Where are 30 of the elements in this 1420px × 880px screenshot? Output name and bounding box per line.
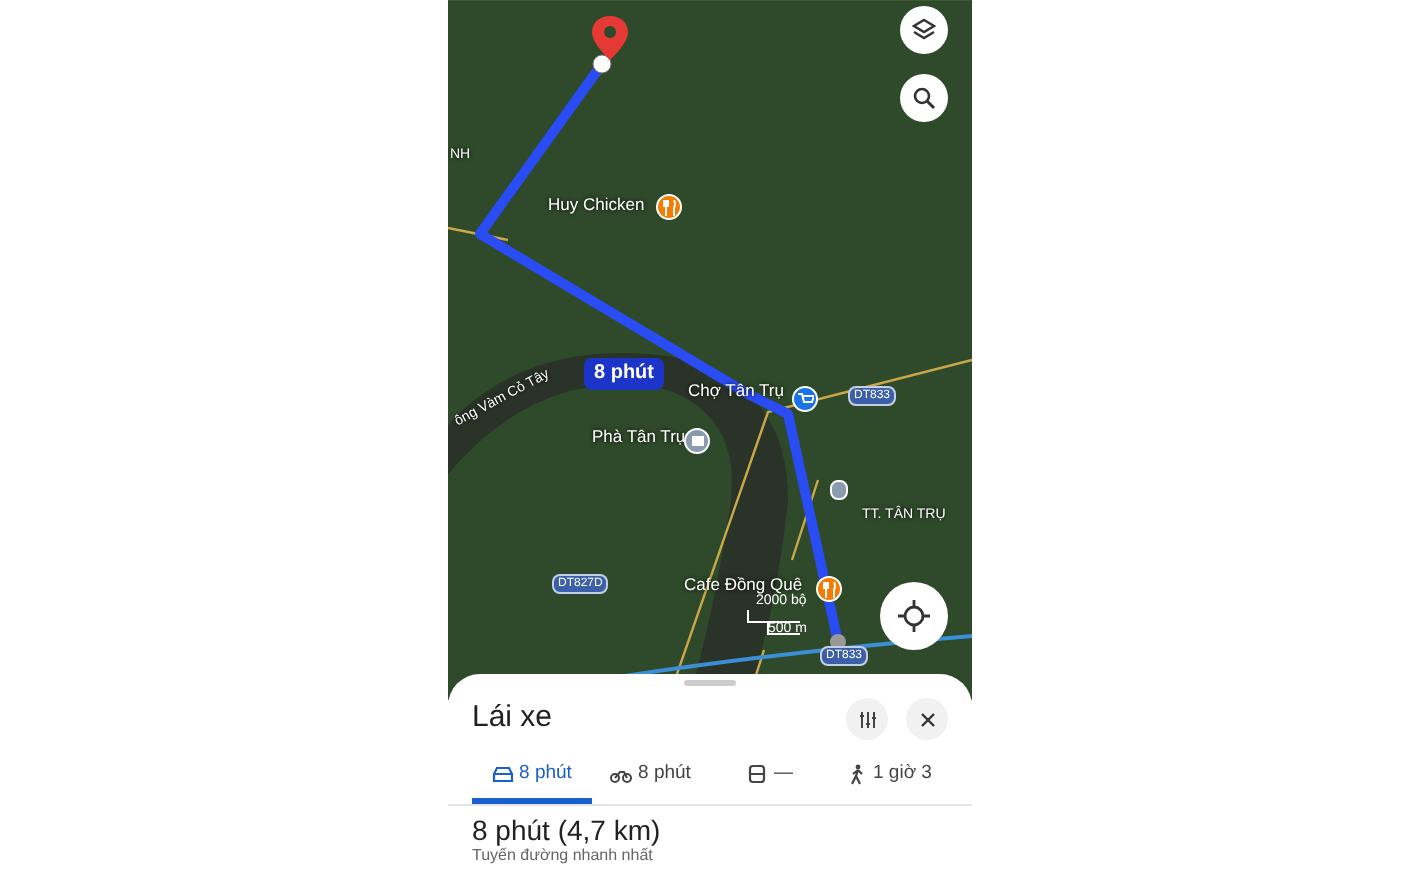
options-button[interactable] <box>846 698 888 740</box>
place-label[interactable]: Huy Chicken <box>548 196 645 213</box>
bus-stop-icon[interactable] <box>830 480 848 500</box>
shop-pin-icon[interactable] <box>792 386 818 412</box>
my-location-button[interactable] <box>880 582 948 650</box>
walking-person-icon <box>845 764 867 786</box>
close-button[interactable] <box>906 698 948 740</box>
car-icon <box>491 764 514 786</box>
place-label[interactable]: Phà Tân Trụ <box>592 428 686 445</box>
drag-handle[interactable] <box>684 680 736 686</box>
travel-mode-tab[interactable]: — <box>710 746 829 804</box>
sliders-icon <box>857 709 877 729</box>
layers-icon <box>912 18 936 42</box>
travel-mode-tab[interactable]: 1 giờ 3 <box>829 746 948 804</box>
close-icon <box>919 711 935 727</box>
travel-mode-tab[interactable]: 8 phút <box>591 746 710 804</box>
map-pin-icon <box>592 16 628 60</box>
route-time-label[interactable]: 8 phút <box>584 358 664 390</box>
layers-button[interactable] <box>900 6 948 54</box>
travel-mode-tab[interactable]: 8 phút <box>472 746 591 804</box>
route-summary: 8 phút (4,7 km) <box>470 812 663 846</box>
route-description: Tuyến đường nhanh nhất <box>470 846 655 866</box>
route-start-dot <box>592 54 612 74</box>
search-button[interactable] <box>900 74 948 122</box>
restaurant-pin-icon[interactable] <box>816 576 842 602</box>
search-icon <box>912 86 936 110</box>
sheet-title: Lái xe <box>472 698 555 739</box>
restaurant-pin-icon[interactable] <box>656 194 682 220</box>
crosshair-icon <box>898 600 930 632</box>
ferry-pin-icon[interactable] <box>684 428 710 454</box>
